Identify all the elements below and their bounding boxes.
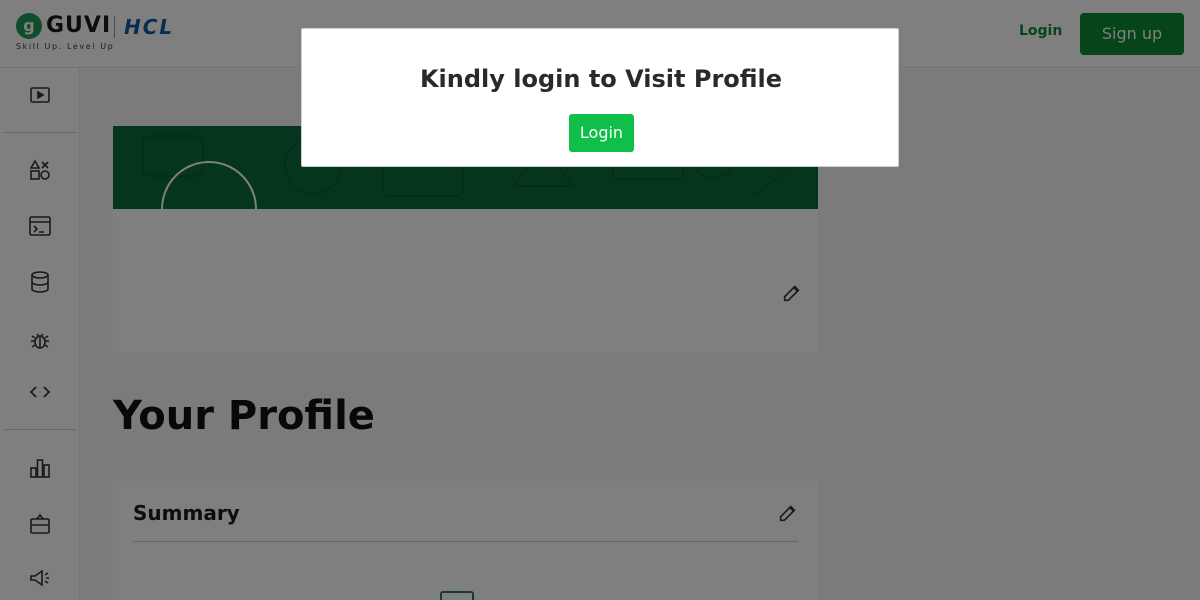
modal-login-button[interactable]: Login [569, 114, 634, 152]
login-prompt-modal: Kindly login to Visit Profile Login [301, 28, 899, 167]
modal-title: Kindly login to Visit Profile [419, 65, 783, 93]
